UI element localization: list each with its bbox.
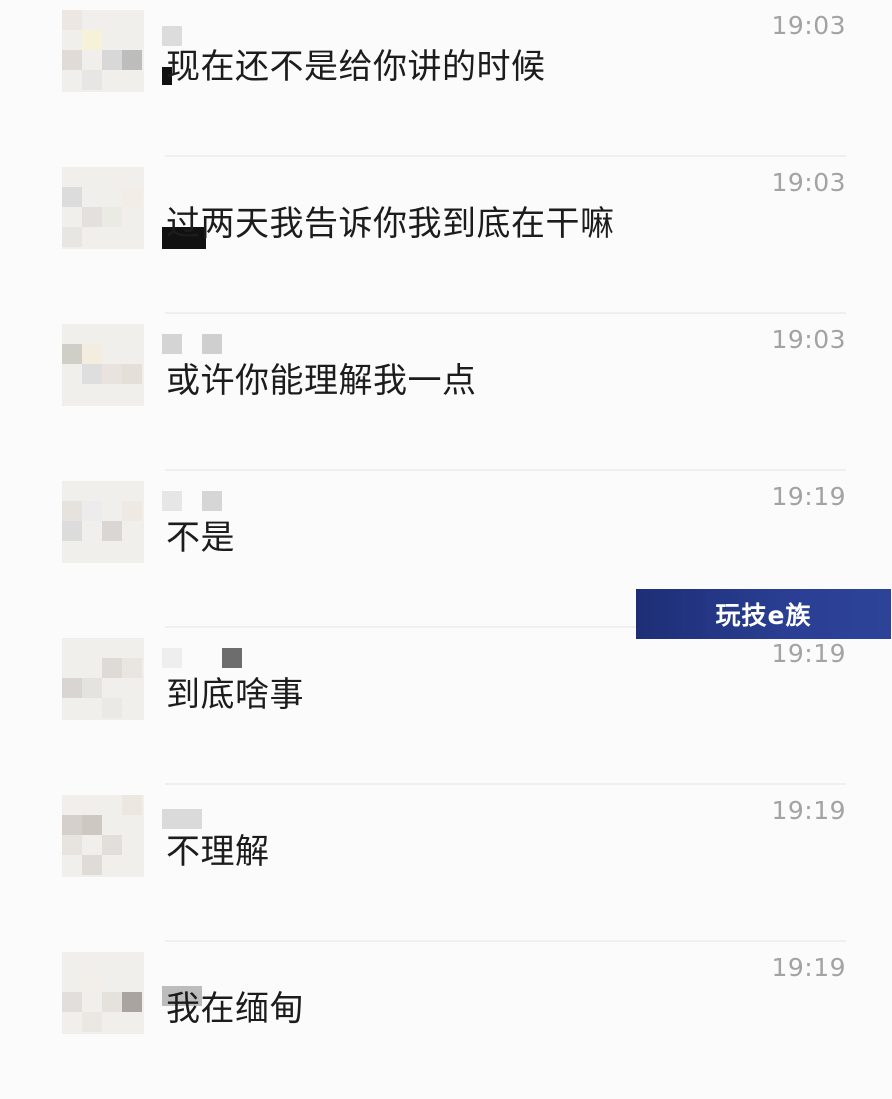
sender-name-redacted xyxy=(162,489,272,513)
sender-name-redacted xyxy=(162,646,272,670)
message-time: 19:19 xyxy=(771,482,846,511)
avatar[interactable] xyxy=(62,10,144,92)
message-time: 19:19 xyxy=(771,953,846,982)
message-text: 或许你能理解我一点 xyxy=(166,361,477,401)
chat-message-row[interactable]: 不理解 19:19 xyxy=(0,785,892,942)
avatar[interactable] xyxy=(62,167,144,249)
message-text: 到底啥事 xyxy=(166,675,304,715)
avatar[interactable] xyxy=(62,795,144,877)
message-time: 19:03 xyxy=(771,325,846,354)
message-text: 我在缅甸 xyxy=(166,989,304,1029)
sender-name-redacted xyxy=(162,960,272,1006)
chat-message-row[interactable]: 现在还不是给你讲的时候 19:03 xyxy=(0,0,892,157)
chat-message-row[interactable]: 或许你能理解我一点 19:03 xyxy=(0,314,892,471)
sender-name-redacted xyxy=(162,18,272,46)
message-time: 19:03 xyxy=(771,168,846,197)
message-text: 不是 xyxy=(166,518,235,558)
message-text: 现在还不是给你讲的时候 xyxy=(166,47,546,87)
watermark-logo: 玩技e族 xyxy=(636,589,891,639)
sender-name-redacted xyxy=(162,332,272,356)
avatar[interactable] xyxy=(62,324,144,406)
message-text: 过两天我告诉你我到底在干嘛 xyxy=(166,204,615,244)
avatar[interactable] xyxy=(62,638,144,720)
avatar[interactable] xyxy=(62,481,144,563)
chat-message-list[interactable]: 现在还不是给你讲的时候 19:03 过两天我告诉你我到底在干嘛 19:03 或许… xyxy=(0,0,892,1076)
chat-message-row[interactable]: 我在缅甸 19:19 xyxy=(0,942,892,1099)
message-time: 19:03 xyxy=(771,11,846,40)
sender-name-redacted xyxy=(162,803,272,829)
message-text: 不理解 xyxy=(166,832,270,872)
chat-message-row[interactable]: 过两天我告诉你我到底在干嘛 19:03 xyxy=(0,157,892,314)
message-time: 19:19 xyxy=(771,639,846,668)
avatar[interactable] xyxy=(62,952,144,1034)
chat-message-row[interactable]: 到底啥事 19:19 xyxy=(0,628,892,785)
message-time: 19:19 xyxy=(771,796,846,825)
